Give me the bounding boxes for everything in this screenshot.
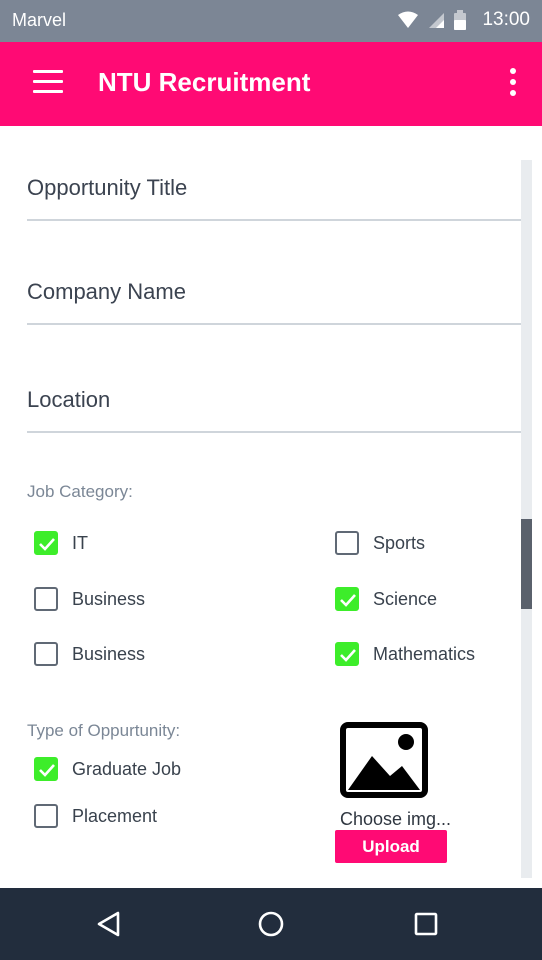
checkbox-label: IT: [72, 532, 88, 553]
checkbox-science[interactable]: Science: [335, 587, 437, 611]
checkbox-label: Business: [72, 643, 146, 664]
opportunity-title-input[interactable]: [27, 175, 521, 201]
check-icon: [39, 538, 55, 551]
check-icon: [39, 764, 55, 777]
form-content: Job Category: IT Sports Business Science…: [0, 126, 542, 888]
checkbox-box[interactable]: [34, 804, 58, 828]
upload-button[interactable]: Upload: [335, 830, 447, 863]
signal-icon: [429, 13, 445, 28]
hamburger-menu-icon[interactable]: [33, 70, 63, 96]
home-circle-icon[interactable]: [255, 908, 287, 940]
app-title: NTU Recruitment: [98, 67, 311, 97]
checkbox-box[interactable]: [335, 587, 359, 611]
checkbox-business-2[interactable]: Business: [34, 642, 145, 666]
location-field[interactable]: [27, 387, 521, 433]
company-name-input[interactable]: [27, 279, 521, 305]
checkbox-it[interactable]: IT: [34, 531, 88, 555]
wifi-icon: [398, 11, 419, 28]
checkbox-business-1[interactable]: Business: [34, 587, 145, 611]
check-icon: [340, 649, 356, 662]
checkbox-box[interactable]: [34, 757, 58, 781]
job-category-label: Job Category:: [27, 482, 133, 501]
back-triangle-icon[interactable]: [94, 908, 126, 940]
status-icons: 13:00: [398, 9, 530, 31]
opportunity-title-field[interactable]: [27, 175, 521, 221]
battery-icon: [454, 10, 467, 30]
checkbox-label: Science: [373, 588, 438, 609]
checkbox-label: Sports: [373, 532, 426, 553]
status-bar: Marvel 13:00: [0, 0, 542, 42]
carrier-name: Marvel: [12, 10, 67, 30]
check-icon: [340, 594, 356, 607]
opportunity-type-label: Type of Oppurtunity:: [27, 721, 181, 740]
more-vertical-icon[interactable]: [508, 68, 518, 102]
checkbox-box[interactable]: [34, 531, 58, 555]
choose-image-label: Choose img...: [340, 809, 452, 829]
checkbox-box[interactable]: [335, 642, 359, 666]
checkbox-label: Mathematics: [373, 643, 476, 664]
company-name-field[interactable]: [27, 279, 521, 325]
checkbox-box[interactable]: [34, 642, 58, 666]
checkbox-box[interactable]: [34, 587, 58, 611]
checkbox-placement[interactable]: Placement: [34, 804, 157, 828]
location-input[interactable]: [27, 387, 521, 413]
scrollbar-thumb[interactable]: [521, 519, 532, 609]
checkbox-sports[interactable]: Sports: [335, 531, 425, 555]
checkbox-box[interactable]: [335, 531, 359, 555]
checkbox-label: Business: [72, 588, 146, 609]
app-bar: NTU Recruitment: [0, 42, 542, 126]
navigation-bar: [0, 888, 542, 960]
checkbox-mathematics[interactable]: Mathematics: [335, 642, 475, 666]
image-placeholder-icon[interactable]: [340, 722, 428, 798]
checkbox-label: Graduate Job: [72, 758, 182, 779]
checkbox-graduate-job[interactable]: Graduate Job: [34, 757, 181, 781]
status-time: 13:00: [482, 9, 530, 30]
checkbox-label: Placement: [72, 805, 158, 826]
recents-square-icon[interactable]: [410, 908, 442, 940]
